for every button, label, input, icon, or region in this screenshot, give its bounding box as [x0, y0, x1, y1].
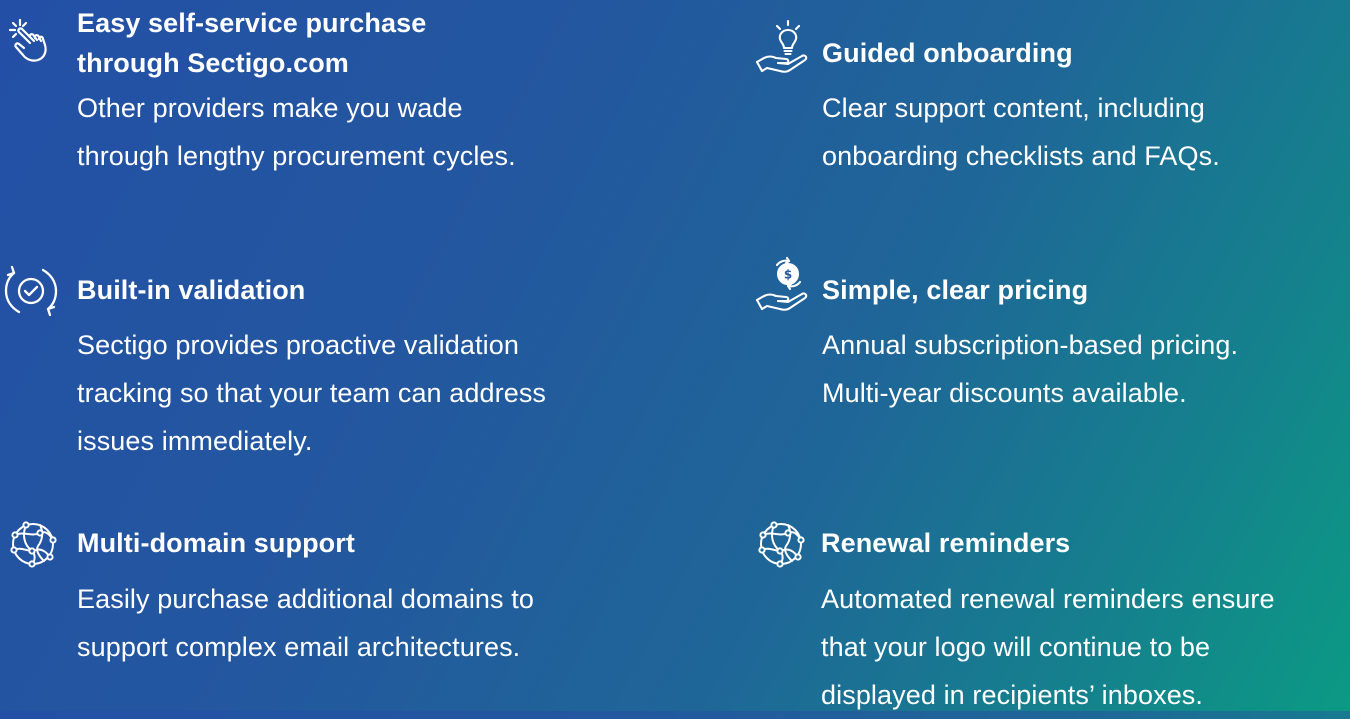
globe-network-icon [2, 513, 64, 575]
feature-description: Automated renewal reminders ensure that … [821, 584, 1275, 710]
feature-title: Simple, clear pricing [822, 275, 1089, 305]
feature-description: Sectigo provides proactive validation tr… [77, 330, 547, 456]
feature-title: Built-in validation [77, 275, 306, 305]
feature-description: Clear support content, including onboard… [822, 93, 1220, 171]
svg-text:$: $ [784, 268, 792, 282]
hand-pointer-icon [4, 14, 66, 76]
feature-title: Renewal reminders [821, 528, 1071, 558]
globe-network-icon [750, 513, 812, 575]
feature-title: Multi-domain support [77, 528, 355, 558]
feature-title: Easy self-service purchase through Secti… [77, 8, 427, 78]
feature-title: Guided onboarding [822, 38, 1073, 68]
feature-description: Easily purchase additional domains to su… [77, 584, 534, 662]
lightbulb-hand-icon [752, 18, 814, 80]
refresh-check-icon [0, 260, 62, 322]
coin-hand-icon: $ [752, 256, 814, 318]
feature-description: Other providers make you wade through le… [77, 93, 516, 171]
feature-description: Annual subscription-based pricing. Multi… [822, 330, 1239, 408]
